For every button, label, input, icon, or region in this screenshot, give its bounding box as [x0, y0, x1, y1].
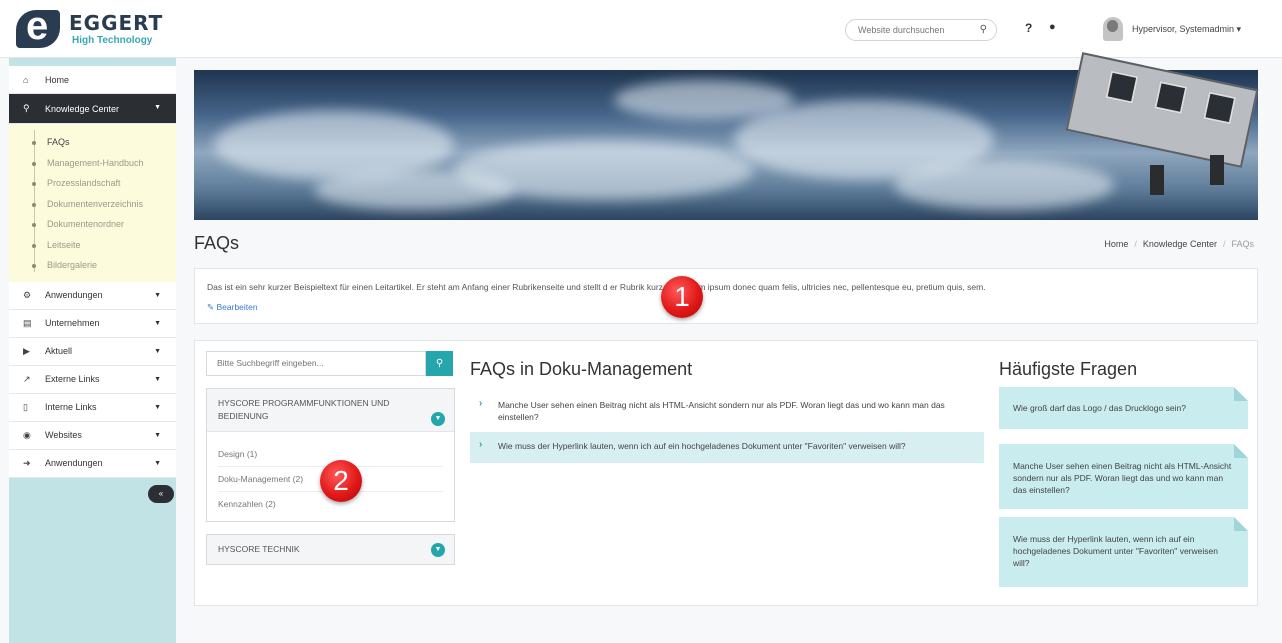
sidebar-item-label: Anwendungen	[45, 290, 103, 300]
sidebar-collapse-button[interactable]: «	[148, 485, 174, 503]
top-question-card[interactable]: Wie muss der Hyperlink lauten, wenn ich …	[999, 517, 1248, 587]
caret-down-icon: ▼	[154, 375, 161, 383]
user-menu[interactable]: Hypervisor, Systemadmin ▾	[1132, 24, 1241, 35]
logo-name: EGGERT	[69, 11, 164, 35]
sidebar-item-label: Anwendungen	[45, 458, 103, 468]
breadcrumb-knowledge-center[interactable]: Knowledge Center	[1143, 239, 1217, 249]
search-icon: ⚲	[435, 358, 444, 369]
site-search: ⚲	[845, 19, 997, 41]
sidebar-item-websites[interactable]: ◉ Websites ▼	[9, 421, 176, 450]
chevron-down-icon[interactable]: ▼	[431, 543, 445, 557]
intro-text: Das ist ein sehr kurzer Beispieltext für…	[207, 282, 986, 292]
avatar[interactable]	[1103, 17, 1123, 41]
satellite-illustration	[1060, 52, 1259, 195]
submenu-item-prozesslandschaft[interactable]: Prozesslandschaft	[27, 173, 176, 194]
sidebar-item-knowledge-center[interactable]: ⚲ Knowledge Center ▼	[9, 94, 176, 124]
accordion-programmfunktionen: HYSCORE PROGRAMMFUNKTIONEN UND BEDIENUNG…	[206, 388, 455, 522]
globe-icon: ◉	[23, 429, 31, 440]
faq-item[interactable]: › Manche User sehen einen Beitrag nicht …	[470, 391, 984, 429]
edit-label: Bearbeiten	[216, 302, 258, 312]
megaphone-icon: ▶	[23, 345, 30, 356]
intro-article: Das ist ein sehr kurzer Beispieltext für…	[194, 268, 1258, 324]
chevron-right-icon: ›	[479, 439, 483, 450]
faq-section-heading: FAQs in Doku-Management	[470, 359, 693, 379]
sidebar-item-aktuell[interactable]: ▶ Aktuell ▼	[9, 337, 176, 366]
sidebar-item-label: Home	[45, 74, 70, 85]
submenu-item-management-handbuch[interactable]: Management-Handbuch	[27, 153, 176, 174]
edit-link[interactable]: ✎ Bearbeiten	[207, 302, 258, 313]
page-title: FAQs	[194, 233, 240, 253]
accordion-technik: HYSCORE TECHNIK ▼	[206, 534, 455, 565]
help-button[interactable]: ?	[1025, 21, 1032, 35]
top-question-text: Wie muss der Hyperlink lauten, wenn ich …	[1013, 534, 1218, 568]
breadcrumb: Home / Knowledge Center / FAQs	[1104, 239, 1254, 249]
submenu-item-dokumentenverzeichnis[interactable]: Dokumentenverzeichnis	[27, 194, 176, 215]
caret-down-icon: ▼	[154, 403, 161, 411]
sidebar-item-label: Unternehmen	[45, 318, 100, 328]
top-question-text: Manche User sehen einen Beitrag nicht al…	[1013, 461, 1232, 495]
caret-down-icon: ▼	[154, 459, 161, 467]
site-search-input[interactable]	[858, 23, 973, 37]
sidebar-item-anwendungen[interactable]: ⚙ Anwendungen ▼	[9, 281, 176, 310]
kb-search-input[interactable]	[217, 358, 417, 368]
kb-search	[206, 351, 426, 376]
cogs-icon: ⚙	[23, 289, 32, 300]
faq-question: Manche User sehen einen Beitrag nicht al…	[498, 400, 945, 422]
sidebar-item-label: Externe Links	[45, 374, 100, 384]
top-questions-heading: Häufigste Fragen	[999, 359, 1138, 379]
chevron-down-icon[interactable]: ▼	[431, 412, 445, 426]
home-icon: ⌂	[23, 74, 29, 85]
top-question-card[interactable]: Manche User sehen einen Beitrag nicht al…	[999, 444, 1248, 509]
chevron-right-icon: ›	[479, 398, 483, 409]
logo-mark-icon	[16, 4, 60, 49]
sidebar-item-externe-links[interactable]: ↗ Externe Links ▼	[9, 365, 176, 394]
knowledge-center-submenu: FAQs Management-Handbuch Prozesslandscha…	[9, 124, 176, 282]
caret-down-icon: ▼	[154, 347, 161, 355]
sidebar-item-label: Aktuell	[45, 346, 73, 356]
sidebar-item-interne-links[interactable]: ▯ Interne Links ▼	[9, 393, 176, 422]
faq-item[interactable]: › Wie muss der Hyperlink lauten, wenn ic…	[470, 432, 984, 463]
breadcrumb-separator: /	[1134, 239, 1137, 249]
accordion-title: HYSCORE TECHNIK	[218, 544, 300, 554]
sidebar-item-label: Interne Links	[45, 402, 97, 412]
accordion-title: HYSCORE PROGRAMMFUNKTIONEN UND BEDIENUNG	[218, 398, 390, 421]
sidebar-item-home[interactable]: ⌂ Home	[9, 66, 176, 94]
accordion-header[interactable]: HYSCORE TECHNIK ▼	[207, 535, 454, 564]
breadcrumb-separator: /	[1222, 239, 1226, 249]
accordion-header[interactable]: HYSCORE PROGRAMMFUNKTIONEN UND BEDIENUNG…	[207, 389, 454, 432]
user-icon[interactable]: ●	[1049, 21, 1056, 33]
breadcrumb-home[interactable]: Home	[1104, 239, 1128, 249]
sidebar-item-label: Websites	[45, 430, 82, 440]
faq-question: Wie muss der Hyperlink lauten, wenn ich …	[498, 441, 906, 451]
external-link-icon: ↗	[23, 373, 31, 384]
submenu-item-dokumentenordner[interactable]: Dokumentenordner	[27, 214, 176, 235]
sidebar-item-unternehmen[interactable]: ▤ Unternehmen ▼	[9, 309, 176, 338]
breadcrumb-current: FAQs	[1231, 239, 1254, 249]
bookmark-icon: ▯	[23, 401, 28, 412]
sign-in-icon: ➜	[23, 457, 31, 468]
building-icon: ▤	[23, 317, 32, 328]
company-logo[interactable]: EGGERT High Technology	[16, 4, 162, 49]
submenu-item-bildergalerie[interactable]: Bildergalerie	[27, 255, 176, 276]
top-question-card[interactable]: Wie groß darf das Logo / das Drucklogo s…	[999, 387, 1248, 429]
caret-down-icon: ▼	[154, 319, 161, 327]
caret-down-icon: ▼	[154, 104, 161, 111]
top-question-text: Wie groß darf das Logo / das Drucklogo s…	[1013, 403, 1186, 413]
logo-subtitle: High Technology	[72, 35, 153, 46]
annotation-marker-1: 1	[661, 276, 703, 318]
caret-down-icon: ▼	[154, 291, 161, 299]
edit-icon: ✎	[207, 302, 215, 312]
annotation-marker-2: 2	[320, 460, 362, 502]
submenu-item-faqs[interactable]: FAQs	[27, 132, 176, 153]
search-icon[interactable]: ⚲	[980, 24, 987, 35]
lightbulb-icon: ⚲	[23, 103, 30, 113]
sidebar-item-anwendungen-2[interactable]: ➜ Anwendungen ▼	[9, 449, 176, 478]
caret-down-icon: ▼	[154, 431, 161, 439]
submenu-item-leitseite[interactable]: Leitseite	[27, 235, 176, 256]
kb-search-button[interactable]: ⚲	[426, 351, 453, 376]
sidebar-item-label: Knowledge Center	[45, 103, 120, 114]
top-header: EGGERT High Technology ⚲ ? ● Hypervisor,…	[0, 0, 1282, 58]
sidebar: ⌂ Home ⚲ Knowledge Center ▼ FAQs Managem…	[9, 58, 176, 643]
